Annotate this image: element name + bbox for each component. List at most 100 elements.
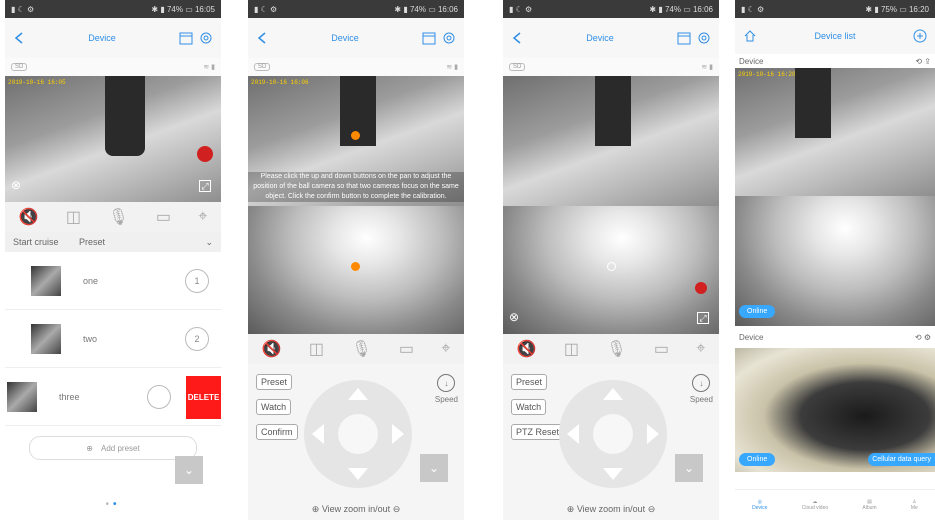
add-preset-button[interactable]: ⊕ Add preset (29, 436, 197, 460)
home-icon[interactable] (743, 29, 757, 43)
status-left: ▮ ☾ ⚙ (741, 4, 765, 14)
speed-label: Speed (689, 395, 713, 404)
nav-device[interactable]: ◎ Device (752, 499, 767, 511)
camera-icon[interactable]: ◫ (564, 339, 579, 359)
chevron-down-icon[interactable]: ⌄ (205, 237, 213, 248)
camera-view-top[interactable] (503, 76, 719, 206)
preset-item[interactable]: two 2 (5, 310, 221, 368)
camera-view-bottom[interactable]: ⊗ ⤢ (503, 206, 719, 334)
camera-view[interactable]: 2019-10-16 16:05 ⊗ ⤢ (5, 76, 221, 202)
arrow-up-icon[interactable] (348, 388, 368, 400)
ptz-icon[interactable]: ⟲ (915, 57, 922, 66)
close-circle-icon[interactable]: ⊗ (509, 310, 519, 324)
sd-tag[interactable]: SD (254, 63, 271, 71)
video-record-icon[interactable]: ▭ (156, 207, 171, 227)
cellular-data-query-button[interactable]: Cellular data query (868, 453, 935, 466)
speed-control[interactable]: ↓ Speed (435, 374, 458, 404)
preset-item-swiped[interactable]: three DELETE (5, 368, 221, 426)
arrow-left-icon[interactable] (312, 424, 324, 444)
calendar-icon[interactable] (422, 31, 436, 45)
add-icon[interactable] (913, 29, 927, 43)
mute-icon[interactable]: 🔇 (19, 207, 39, 227)
microphone-icon[interactable]: 🎙 (351, 339, 371, 359)
nav-label: Me (910, 505, 918, 511)
gear-icon[interactable] (442, 31, 456, 45)
microphone-icon[interactable]: 🎙 (108, 207, 128, 227)
arrow-down-icon[interactable] (348, 468, 368, 480)
fullscreen-icon[interactable]: ⤢ (697, 312, 709, 324)
confirm-button[interactable]: Confirm (256, 424, 298, 440)
back-icon[interactable] (511, 31, 523, 45)
sd-tag[interactable]: SD (11, 63, 28, 71)
gear-icon[interactable]: ⚙ (924, 333, 931, 342)
collapse-button[interactable]: ⌄ (675, 454, 703, 482)
preset-button[interactable]: Preset (511, 374, 548, 390)
microphone-icon[interactable]: 🎙 (606, 339, 626, 359)
camera-timestamp: 2019-10-16 16:05 (8, 79, 66, 86)
mute-icon[interactable]: 🔇 (262, 339, 282, 359)
ptz-icon[interactable]: ⌖ (198, 208, 207, 226)
ptz-icon[interactable]: ⌖ (696, 340, 705, 358)
gear-icon[interactable] (199, 31, 213, 45)
camera-view-top[interactable]: 2019-10-16 16:06 Please click the up and… (248, 76, 464, 206)
watch-button[interactable]: Watch (256, 399, 292, 415)
back-icon[interactable] (13, 31, 25, 45)
share-icon[interactable]: ⇪ (924, 57, 931, 66)
ptz-dpad[interactable] (304, 380, 412, 488)
arrow-right-icon[interactable] (392, 424, 404, 444)
camera-icon[interactable]: ◫ (309, 339, 324, 359)
delete-button[interactable]: DELETE (186, 376, 221, 419)
signal-icon: ≋ ▮ (203, 64, 215, 71)
status-right: ✱ ▮ 74% ▭ 16:06 (394, 4, 458, 14)
zoom-in-icon[interactable]: ⊕ (312, 504, 320, 514)
signal-icon: ≋ ▮ (446, 64, 458, 71)
speed-icon: ↓ (692, 374, 711, 392)
nav-me[interactable]: ♙ Me (911, 499, 918, 511)
ptz-icon[interactable]: ⌖ (441, 340, 450, 358)
sd-tag[interactable]: SD (509, 63, 526, 71)
speed-control[interactable]: ↓ Speed (690, 374, 713, 404)
fullscreen-icon[interactable]: ⤢ (199, 180, 211, 192)
preset-number[interactable] (147, 384, 171, 409)
arrow-left-icon[interactable] (567, 424, 579, 444)
mute-icon[interactable]: 🔇 (517, 339, 537, 359)
zoom-out-icon[interactable]: ⊖ (393, 504, 401, 514)
ptz-reset-button[interactable]: PTZ Reset (511, 424, 565, 440)
video-record-icon[interactable]: ▭ (399, 339, 414, 359)
preset-button[interactable]: Preset (256, 374, 293, 390)
calendar-icon[interactable] (677, 31, 691, 45)
tab-start-cruise[interactable]: Start cruise (13, 237, 59, 247)
camera-icon[interactable]: ◫ (66, 207, 81, 227)
preset-item[interactable]: one 1 (5, 252, 221, 310)
device-preview[interactable]: Online Cellular data query (735, 348, 935, 472)
ptz-dpad[interactable] (559, 380, 667, 488)
video-record-icon[interactable]: ▭ (654, 339, 669, 359)
camera-view-bottom[interactable] (248, 206, 464, 334)
zoom-in-icon[interactable]: ⊕ (567, 504, 575, 514)
arrow-up-icon[interactable] (603, 388, 623, 400)
device-preview[interactable]: 2019-10-16 16:20 (735, 68, 935, 196)
nav-album[interactable]: ▤ Album (862, 499, 876, 511)
device-preview-secondary[interactable]: Online (735, 196, 935, 326)
collapse-button[interactable]: ⌄ (420, 454, 448, 482)
preset-label: one (83, 275, 99, 286)
tab-preset[interactable]: Preset (79, 237, 105, 247)
arrow-down-icon[interactable] (603, 468, 623, 480)
nav-cloud-video[interactable]: ☁ Cloud video (802, 499, 828, 511)
preset-number[interactable]: 2 (185, 326, 209, 351)
record-indicator[interactable] (695, 282, 707, 294)
record-indicator[interactable] (197, 146, 213, 162)
device-header: Device ⟲ ⚙ (735, 326, 935, 348)
close-circle-icon[interactable]: ⊗ (11, 178, 21, 192)
zoom-out-icon[interactable]: ⊖ (648, 504, 656, 514)
gear-icon[interactable] (697, 31, 711, 45)
collapse-button[interactable]: ⌄ (175, 456, 203, 484)
calibration-marker (351, 262, 360, 271)
ptz-icon[interactable]: ⟲ (915, 333, 922, 342)
watch-button[interactable]: Watch (511, 399, 547, 415)
back-icon[interactable] (256, 31, 268, 45)
arrow-right-icon[interactable] (647, 424, 659, 444)
preset-number[interactable]: 1 (185, 268, 209, 293)
calendar-icon[interactable] (179, 31, 193, 45)
page-title: Device (88, 33, 116, 43)
